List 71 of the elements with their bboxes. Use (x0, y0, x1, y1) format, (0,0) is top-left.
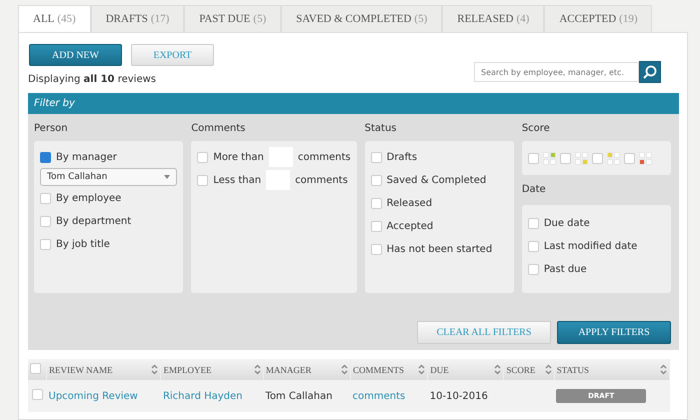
option-label: comments (298, 152, 351, 162)
checkbox[interactable] (40, 192, 51, 204)
option-label: By department (56, 216, 132, 226)
option-label: Due date (544, 218, 590, 228)
caret-icon (164, 175, 170, 179)
checkbox[interactable] (30, 363, 41, 374)
search-field[interactable]: Search by employee, manager, etc. (474, 62, 639, 82)
checkbox[interactable] (370, 174, 382, 186)
checkbox[interactable] (40, 152, 51, 162)
sort-icon[interactable] (494, 364, 502, 375)
sort-icon[interactable] (151, 364, 158, 375)
table-cell: 10-10-2016 (430, 390, 488, 402)
score-icon (638, 152, 652, 164)
tab[interactable]: PAST DUE (5) (184, 5, 282, 32)
option-label: Drafts (386, 152, 418, 162)
option-label: By manager (56, 152, 117, 162)
apply-filters-button[interactable]: APPLY FILTERS (557, 321, 671, 344)
checkbox[interactable] (370, 152, 382, 162)
section-title: Comments (191, 122, 246, 136)
checkbox[interactable] (197, 174, 208, 186)
score-icon (606, 152, 620, 164)
option-label: Saved & Completed (386, 174, 486, 186)
tab[interactable]: DRAFTS (17) (90, 5, 184, 32)
sort-icon[interactable] (544, 364, 552, 375)
sort-icon[interactable] (660, 364, 667, 375)
filter-header: Filter by (28, 93, 679, 114)
option-label: Accepted (386, 220, 434, 232)
add-new-button[interactable]: ADD NEW (29, 44, 122, 66)
checkbox[interactable] (528, 240, 539, 252)
option-label: Last modified date (544, 240, 638, 252)
checkbox[interactable] (528, 152, 539, 164)
checkbox[interactable] (40, 216, 51, 226)
option-label: Released (386, 198, 432, 208)
tab[interactable]: RELEASED (4) (442, 5, 544, 32)
column-header[interactable]: DUE (430, 364, 449, 374)
results-summary: Displaying all 10 reviews (28, 74, 157, 85)
tab[interactable]: ALL (45) (18, 5, 91, 32)
sort-icon[interactable] (254, 364, 261, 375)
checkbox[interactable] (624, 152, 635, 164)
sort-icon[interactable] (341, 364, 348, 375)
checkbox[interactable] (370, 198, 382, 208)
checkbox[interactable] (528, 218, 539, 228)
option-label: comments (295, 174, 348, 186)
checkbox[interactable] (592, 152, 603, 164)
section-title: Score (522, 122, 551, 136)
sort-icon[interactable] (418, 364, 426, 375)
checkbox[interactable] (528, 264, 539, 274)
score-icon (574, 152, 588, 164)
section-title: Status (364, 122, 398, 136)
option-label: Past due (544, 264, 587, 274)
checkbox[interactable] (32, 389, 43, 400)
search-button[interactable] (639, 61, 661, 83)
manager-dropdown[interactable]: Tom Callahan (40, 168, 178, 186)
checkbox[interactable] (197, 152, 208, 162)
tab[interactable]: ACCEPTED (19) (544, 5, 652, 32)
checkbox[interactable] (40, 238, 51, 250)
option-label: Less than (213, 174, 262, 186)
option-label: More than (213, 152, 264, 162)
option-label: By job title (56, 238, 110, 250)
checkbox[interactable] (370, 220, 382, 232)
table-cell: Tom Callahan (265, 390, 332, 402)
option-label: By employee (56, 192, 122, 204)
section-title: Date (522, 183, 547, 197)
section-title: Person (34, 122, 69, 136)
score-icon (542, 152, 556, 164)
checkbox[interactable] (370, 244, 382, 254)
search-icon (643, 65, 657, 79)
checkbox[interactable] (560, 152, 571, 164)
option-label: Has not been started (386, 244, 492, 254)
tab[interactable]: SAVED & COMPLETED (5) (281, 5, 442, 32)
column-header[interactable]: STATUS (556, 364, 589, 374)
